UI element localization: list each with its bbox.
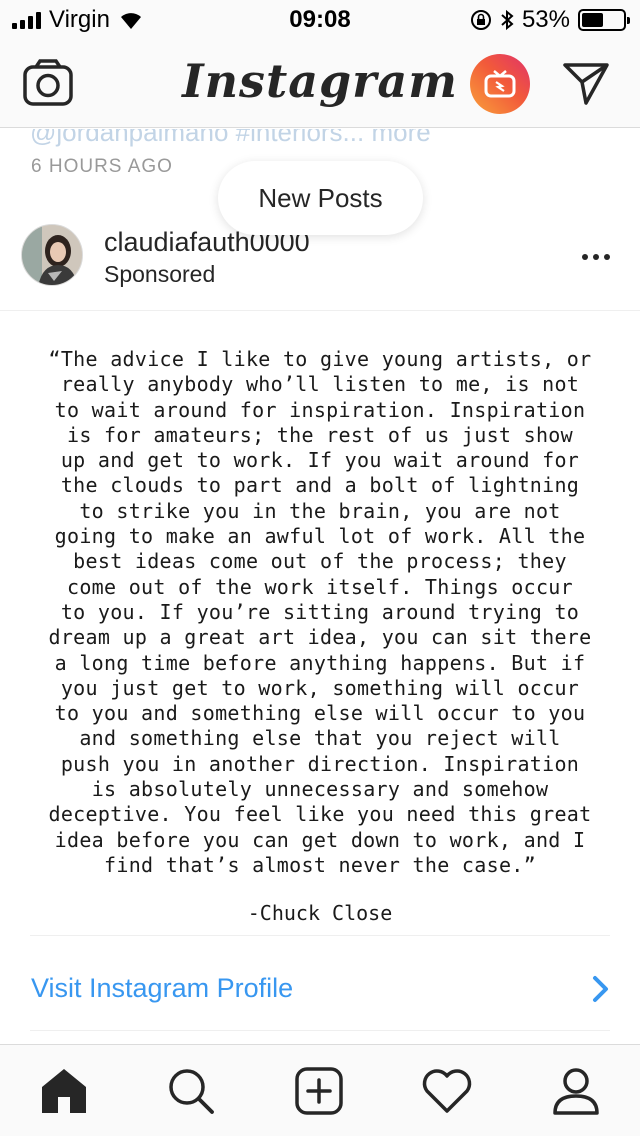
chevron-right-icon (593, 976, 608, 1002)
status-right-group: 53% (470, 6, 630, 34)
tab-profile[interactable] (548, 1063, 604, 1119)
divider (30, 1030, 610, 1031)
tab-search[interactable] (163, 1063, 219, 1119)
igtv-icon (484, 70, 516, 98)
battery-icon (578, 9, 630, 31)
instagram-logo: Instagram (182, 54, 458, 108)
quote-text: “The advice I like to give young artists… (48, 347, 592, 877)
visit-profile-label: Visit Instagram Profile (31, 973, 294, 1003)
post-image[interactable]: “The advice I like to give young artists… (0, 311, 640, 929)
dot (593, 254, 599, 260)
new-posts-button[interactable]: New Posts (218, 161, 423, 235)
status-bar: Virgin 09:08 53% (0, 0, 640, 40)
tab-new-post[interactable] (291, 1063, 347, 1119)
post-timestamp: 6 HOURS AGO (31, 156, 173, 177)
previous-post-caption[interactable]: @jordanpalmano #interiors... more (30, 129, 431, 148)
search-icon (169, 1069, 214, 1114)
profile-icon (553, 1068, 599, 1115)
igtv-button[interactable] (470, 54, 530, 114)
divider (30, 935, 610, 936)
feed[interactable]: @jordanpalmano #interiors... more 6 HOUR… (0, 129, 640, 1044)
avatar[interactable] (21, 224, 83, 286)
avatar-photo (22, 225, 82, 285)
nav-bar: Instagram (0, 40, 640, 128)
quote-attribution: -Chuck Close (247, 901, 393, 925)
battery-fill (582, 13, 604, 27)
dot (582, 254, 588, 260)
new-post-icon (295, 1067, 343, 1115)
home-icon (42, 1069, 86, 1113)
more-options-icon[interactable] (578, 247, 614, 267)
activity-heart-icon (422, 1069, 472, 1113)
dot (604, 254, 610, 260)
direct-message-icon[interactable] (562, 60, 610, 106)
sponsored-label: Sponsored (104, 261, 216, 287)
tab-bar (0, 1044, 640, 1136)
visit-profile-button[interactable]: Visit Instagram Profile (0, 949, 640, 1033)
tab-home[interactable] (36, 1063, 92, 1119)
battery-percent: 53% (521, 6, 570, 33)
orientation-lock-icon (470, 10, 491, 30)
bluetooth-icon (501, 9, 514, 31)
tab-activity[interactable] (419, 1063, 475, 1119)
